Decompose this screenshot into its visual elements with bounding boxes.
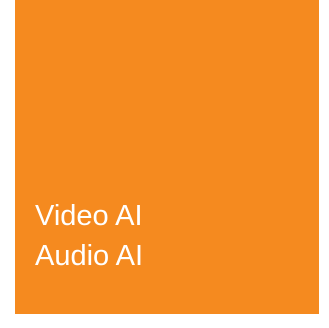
- tile-label-video-ai: Video AI: [35, 200, 143, 232]
- tile-label-audio-ai: Audio AI: [35, 240, 144, 272]
- category-tile[interactable]: Video AI Audio AI: [15, 0, 319, 314]
- tile-label-list: Video AI Audio AI: [35, 196, 143, 276]
